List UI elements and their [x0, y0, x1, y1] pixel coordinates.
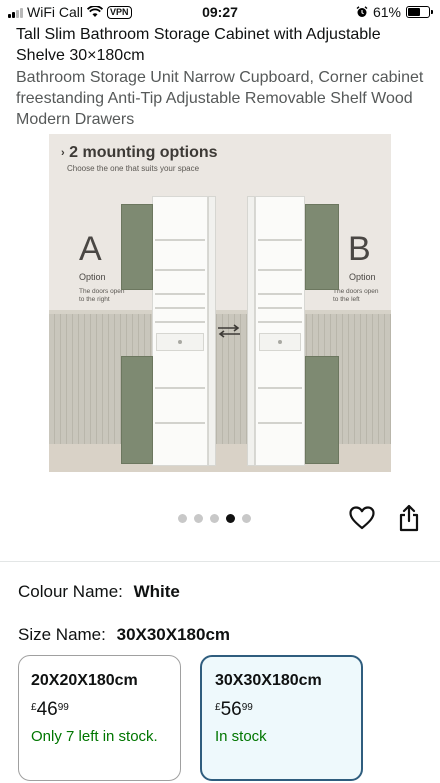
product-title: Tall Slim Bathroom Storage Cabinet with … [16, 26, 381, 64]
option-a-note-line1: The doors open [79, 288, 125, 295]
shelf [258, 422, 302, 424]
size-option-card-selected[interactable]: 30X30X180cm £ 56 99 In stock [200, 655, 363, 781]
option-b-word: Option [349, 272, 376, 282]
drawer [259, 333, 301, 351]
price-whole: 56 [220, 699, 242, 720]
carousel-dot[interactable] [178, 514, 187, 523]
option-b-note: The doors open to the left [333, 288, 379, 304]
alarm-icon [356, 6, 368, 17]
cabinet-a-upper-door [121, 204, 153, 290]
carousel-dot[interactable] [210, 514, 219, 523]
swap-arrows-icon [218, 324, 240, 338]
option-b-note-line1: The doors open [333, 288, 379, 295]
image-subheading: Choose the one that suits your space [67, 164, 200, 173]
size-option-card[interactable]: 20X20X180cm £ 46 99 Only 7 left in stock… [18, 655, 181, 781]
size-value: 30X30X180cm [116, 625, 231, 644]
shelf [155, 269, 205, 271]
shelf [258, 387, 302, 389]
battery-icon [406, 6, 433, 18]
option-b-letter: B [348, 230, 371, 268]
cabinet-a-side [208, 196, 216, 466]
cabinet-b [255, 196, 305, 466]
size-option-label: 20X20X180cm [31, 672, 138, 689]
carousel-dot[interactable] [226, 514, 235, 523]
colour-value: White [133, 582, 180, 601]
shelf [258, 269, 302, 271]
option-a-letter: A [79, 230, 102, 268]
shelf [258, 239, 302, 241]
shelf [258, 321, 302, 323]
chevron-right-icon: › [61, 146, 65, 159]
shelf [155, 239, 205, 241]
battery-percent: 61% [372, 4, 401, 20]
size-option-stock: In stock [215, 728, 267, 745]
shelf [155, 307, 205, 309]
drawer [156, 333, 204, 351]
cabinet-a [152, 196, 208, 466]
option-a-word: Option [79, 272, 106, 282]
cabinet-b-side [247, 196, 255, 466]
size-option-stock: Only 7 left in stock. [31, 728, 158, 745]
shelf [155, 422, 205, 424]
shelf [258, 307, 302, 309]
carousel-dot[interactable] [194, 514, 203, 523]
battery-fill [408, 8, 421, 16]
shelf [155, 293, 205, 295]
colour-row: Colour Name: White [18, 582, 180, 602]
product-subtitle: Bathroom Storage Unit Narrow Cupboard, C… [16, 69, 424, 128]
cabinet-b-upper-door [305, 204, 339, 290]
cabinet-b-lower-door [305, 356, 339, 464]
option-a-note: The doors open to the right [79, 288, 125, 304]
colour-label: Colour Name: [18, 582, 123, 601]
shelf [155, 387, 205, 389]
status-bar: WiFi Call VPN 09:27 61% [0, 0, 440, 24]
size-option-price: £ 46 99 [31, 700, 168, 720]
section-divider [0, 561, 440, 562]
image-floor [49, 444, 391, 472]
size-row: Size Name: 30X30X180cm [18, 625, 230, 645]
carousel-dots[interactable] [178, 514, 251, 523]
heart-icon[interactable] [349, 506, 375, 530]
status-right: 61% [356, 4, 433, 20]
shelf [258, 293, 302, 295]
size-option-label: 30X30X180cm [215, 672, 322, 689]
price-fraction: 99 [241, 702, 253, 713]
size-option-price: £ 56 99 [215, 700, 349, 720]
option-a-note-line2: to the right [79, 296, 110, 303]
image-heading: › 2 mounting options [61, 144, 218, 162]
cabinet-a-lower-door [121, 356, 153, 464]
share-icon[interactable] [397, 504, 421, 532]
price-fraction: 99 [57, 702, 69, 713]
shelf [155, 321, 205, 323]
carousel-dot[interactable] [242, 514, 251, 523]
price-whole: 46 [36, 699, 58, 720]
option-b-note-line2: to the left [333, 296, 360, 303]
image-heading-text: 2 mounting options [69, 144, 218, 161]
product-image[interactable]: › 2 mounting options Choose the one that… [49, 134, 391, 472]
size-label: Size Name: [18, 625, 106, 644]
